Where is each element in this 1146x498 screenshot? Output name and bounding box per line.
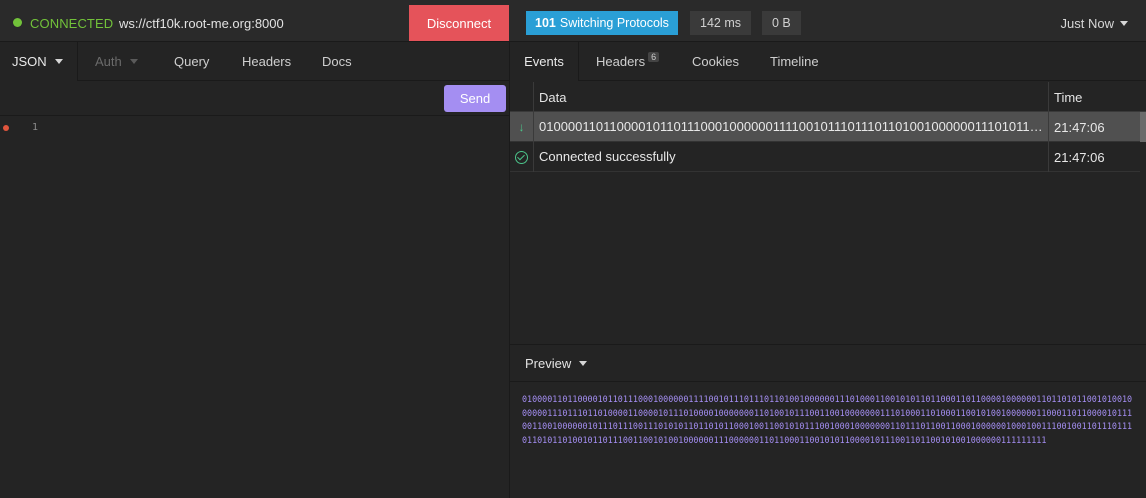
status-text: Switching Protocols	[559, 16, 669, 30]
tab-auth-label: Auth	[95, 54, 122, 69]
table-row[interactable]: Connected successfully 21:47:06	[510, 142, 1140, 172]
preview-content: 0100001101100001011011100010000001111001…	[522, 394, 1133, 445]
disconnect-button[interactable]: Disconnect	[409, 5, 509, 41]
time-filter-dropdown[interactable]: Just Now	[1061, 16, 1128, 31]
chevron-down-icon	[579, 360, 588, 366]
tab-response-headers[interactable]: Headers 6	[596, 42, 660, 81]
timing-badge: 142 ms	[690, 11, 751, 35]
response-tabs: Events Headers 6 Cookies Timeline	[510, 42, 1146, 81]
send-toolbar: Send	[0, 81, 509, 116]
preview-mode-dropdown[interactable]: Preview	[510, 345, 1146, 382]
chevron-down-icon	[129, 59, 138, 64]
connection-status: CONNECTED	[30, 16, 114, 31]
event-data: Connected successfully	[539, 149, 676, 164]
headers-count-badge: 6	[648, 51, 660, 62]
response-pane: Events Headers 6 Cookies Timeline Data T…	[510, 42, 1146, 498]
message-editor[interactable]: 1	[0, 117, 509, 498]
arrow-down-icon: ↓	[518, 120, 525, 134]
tab-json[interactable]: JSON	[0, 42, 78, 81]
connection-indicator-icon	[13, 18, 22, 27]
size-badge: 0 B	[762, 11, 801, 35]
request-pane: JSON Auth Query Headers Docs Send 1	[0, 42, 509, 498]
top-bar: CONNECTED ws://ctf10k.root-me.org:8000 D…	[0, 0, 1146, 42]
preview-panel: Preview 01000011011000010110111000100000…	[510, 344, 1146, 498]
line-number: 1	[32, 122, 39, 133]
event-data: 0100001101100001011011100010000001111001…	[539, 119, 1044, 134]
status-badge: 101 Switching Protocols	[526, 11, 678, 35]
time-filter-label: Just Now	[1060, 16, 1114, 31]
chevron-down-icon	[54, 59, 63, 64]
table-scrollbar[interactable]	[1140, 112, 1146, 142]
tab-query[interactable]: Query	[174, 42, 209, 81]
error-marker-icon	[3, 125, 9, 131]
tab-json-label: JSON	[12, 54, 47, 69]
tab-auth[interactable]: Auth	[95, 42, 138, 81]
table-header: Data Time	[510, 82, 1146, 112]
tab-events[interactable]: Events	[510, 42, 579, 81]
events-table: Data Time ↓ 0100001101100001011011100010…	[510, 82, 1146, 344]
column-header-time[interactable]: Time	[1054, 82, 1082, 112]
url-input[interactable]: ws://ctf10k.root-me.org:8000	[119, 16, 284, 31]
column-divider[interactable]	[1048, 82, 1049, 172]
event-time: 21:47:06	[1054, 119, 1105, 135]
table-row[interactable]: ↓ 01000011011000010110111000100000011110…	[510, 112, 1140, 142]
tab-cookies[interactable]: Cookies	[692, 42, 739, 81]
tab-docs[interactable]: Docs	[322, 42, 352, 81]
event-time: 21:47:06	[1054, 149, 1105, 165]
request-tabs: JSON Auth Query Headers Docs	[0, 42, 509, 81]
tab-timeline[interactable]: Timeline	[770, 42, 819, 81]
preview-label: Preview	[525, 355, 572, 371]
send-button[interactable]: Send	[444, 85, 506, 112]
check-circle-icon	[510, 142, 533, 172]
tab-response-headers-label: Headers	[596, 54, 646, 69]
column-divider	[533, 82, 534, 172]
column-header-data[interactable]: Data	[539, 82, 566, 112]
chevron-down-icon	[1120, 21, 1128, 26]
tab-headers[interactable]: Headers	[242, 42, 291, 81]
status-code: 101	[535, 16, 556, 30]
